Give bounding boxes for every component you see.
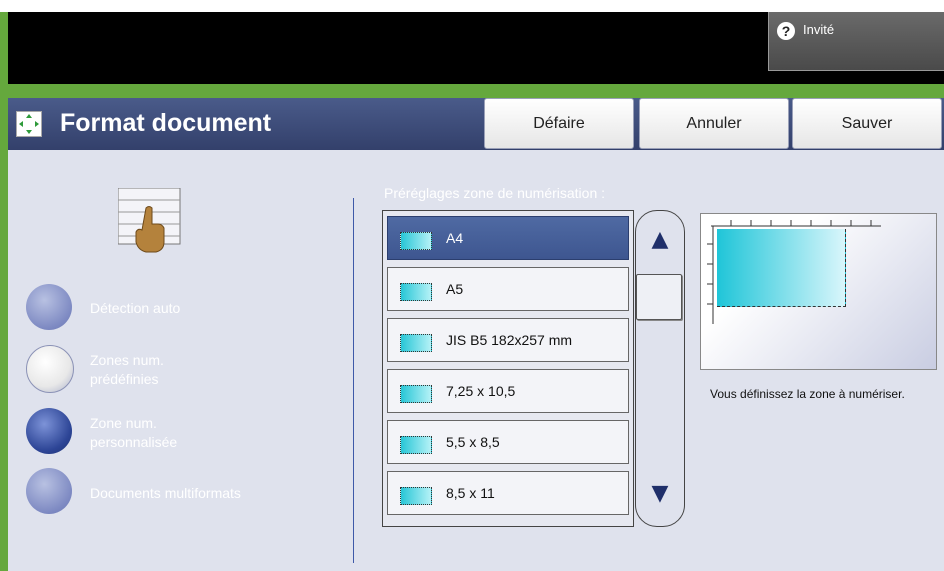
preset-item[interactable]: 5,5 x 8,5	[387, 420, 629, 464]
option-custom-zone[interactable]: Zone num. personnalisée	[26, 408, 326, 458]
page-title: Format document	[60, 109, 272, 137]
save-button[interactable]: Sauver	[792, 98, 942, 149]
preset-item[interactable]: A5	[387, 267, 629, 311]
guest-button[interactable]: ? Invité	[768, 12, 944, 71]
preset-label: A5	[446, 281, 464, 297]
option-predefined-zones[interactable]: Zones num. prédéfinies	[26, 345, 326, 395]
option-mixed-documents[interactable]: Documents multiformats	[26, 468, 326, 518]
option-label: Détection auto	[90, 300, 181, 316]
presets-label: Préréglages zone de numérisation :	[384, 185, 606, 201]
radio-mixed-documents[interactable]	[26, 468, 72, 514]
presets-scrollbar[interactable]: ▲ ▼	[635, 210, 685, 527]
option-label: Zones num. prédéfinies	[90, 352, 164, 387]
question-icon: ?	[777, 22, 795, 40]
scroll-up-icon[interactable]: ▲	[642, 225, 678, 255]
format-document-panel: Format document Défaire Annuler Sauver D…	[8, 98, 944, 571]
radio-auto-detect[interactable]	[26, 284, 72, 330]
paper-icon	[400, 334, 432, 352]
preset-item[interactable]: JIS B5 182x257 mm	[387, 318, 629, 362]
device-frame: ? Invité Format document Défaire Annuler…	[0, 12, 944, 571]
cancel-button[interactable]: Annuler	[639, 98, 789, 149]
option-label: Documents multiformats	[90, 485, 241, 501]
preset-label: A4	[446, 230, 464, 246]
scan-zone	[717, 229, 846, 307]
paper-icon	[400, 487, 432, 505]
preset-label: 8,5 x 11	[446, 485, 495, 501]
preset-label: 5,5 x 8,5	[446, 434, 500, 450]
preset-item[interactable]: A4	[387, 216, 629, 260]
preset-item[interactable]: 7,25 x 10,5	[387, 369, 629, 413]
radio-custom-zone[interactable]	[26, 408, 72, 454]
preset-item[interactable]: 8,5 x 11	[387, 471, 629, 515]
paper-icon	[400, 436, 432, 454]
top-status-bar: ? Invité	[8, 12, 944, 84]
resize-arrows-icon	[16, 111, 42, 137]
preset-label: JIS B5 182x257 mm	[446, 332, 573, 348]
preset-label: 7,25 x 10,5	[446, 383, 516, 399]
help-text: Vous définissez la zone à numériser.	[710, 387, 905, 401]
undo-button[interactable]: Défaire	[484, 98, 634, 149]
scroll-thumb[interactable]	[636, 274, 682, 320]
paper-icon	[400, 385, 432, 403]
option-label: Zone num. personnalisée	[90, 415, 178, 450]
presets-list: A4 A5 JIS B5 182x257 mm 7,25 x 10,5 5,5 …	[382, 210, 634, 527]
vertical-divider	[353, 198, 354, 563]
scan-area-preview	[700, 213, 937, 370]
paper-icon	[400, 283, 432, 301]
guest-label: Invité	[803, 22, 835, 37]
scroll-down-icon[interactable]: ▼	[642, 479, 678, 509]
option-auto-detect[interactable]: Détection auto	[26, 284, 326, 334]
paper-icon	[400, 232, 432, 250]
hand-touch-icon	[117, 187, 182, 254]
title-bar: Format document Défaire Annuler Sauver	[8, 98, 944, 150]
radio-predefined-zones[interactable]	[26, 345, 74, 393]
